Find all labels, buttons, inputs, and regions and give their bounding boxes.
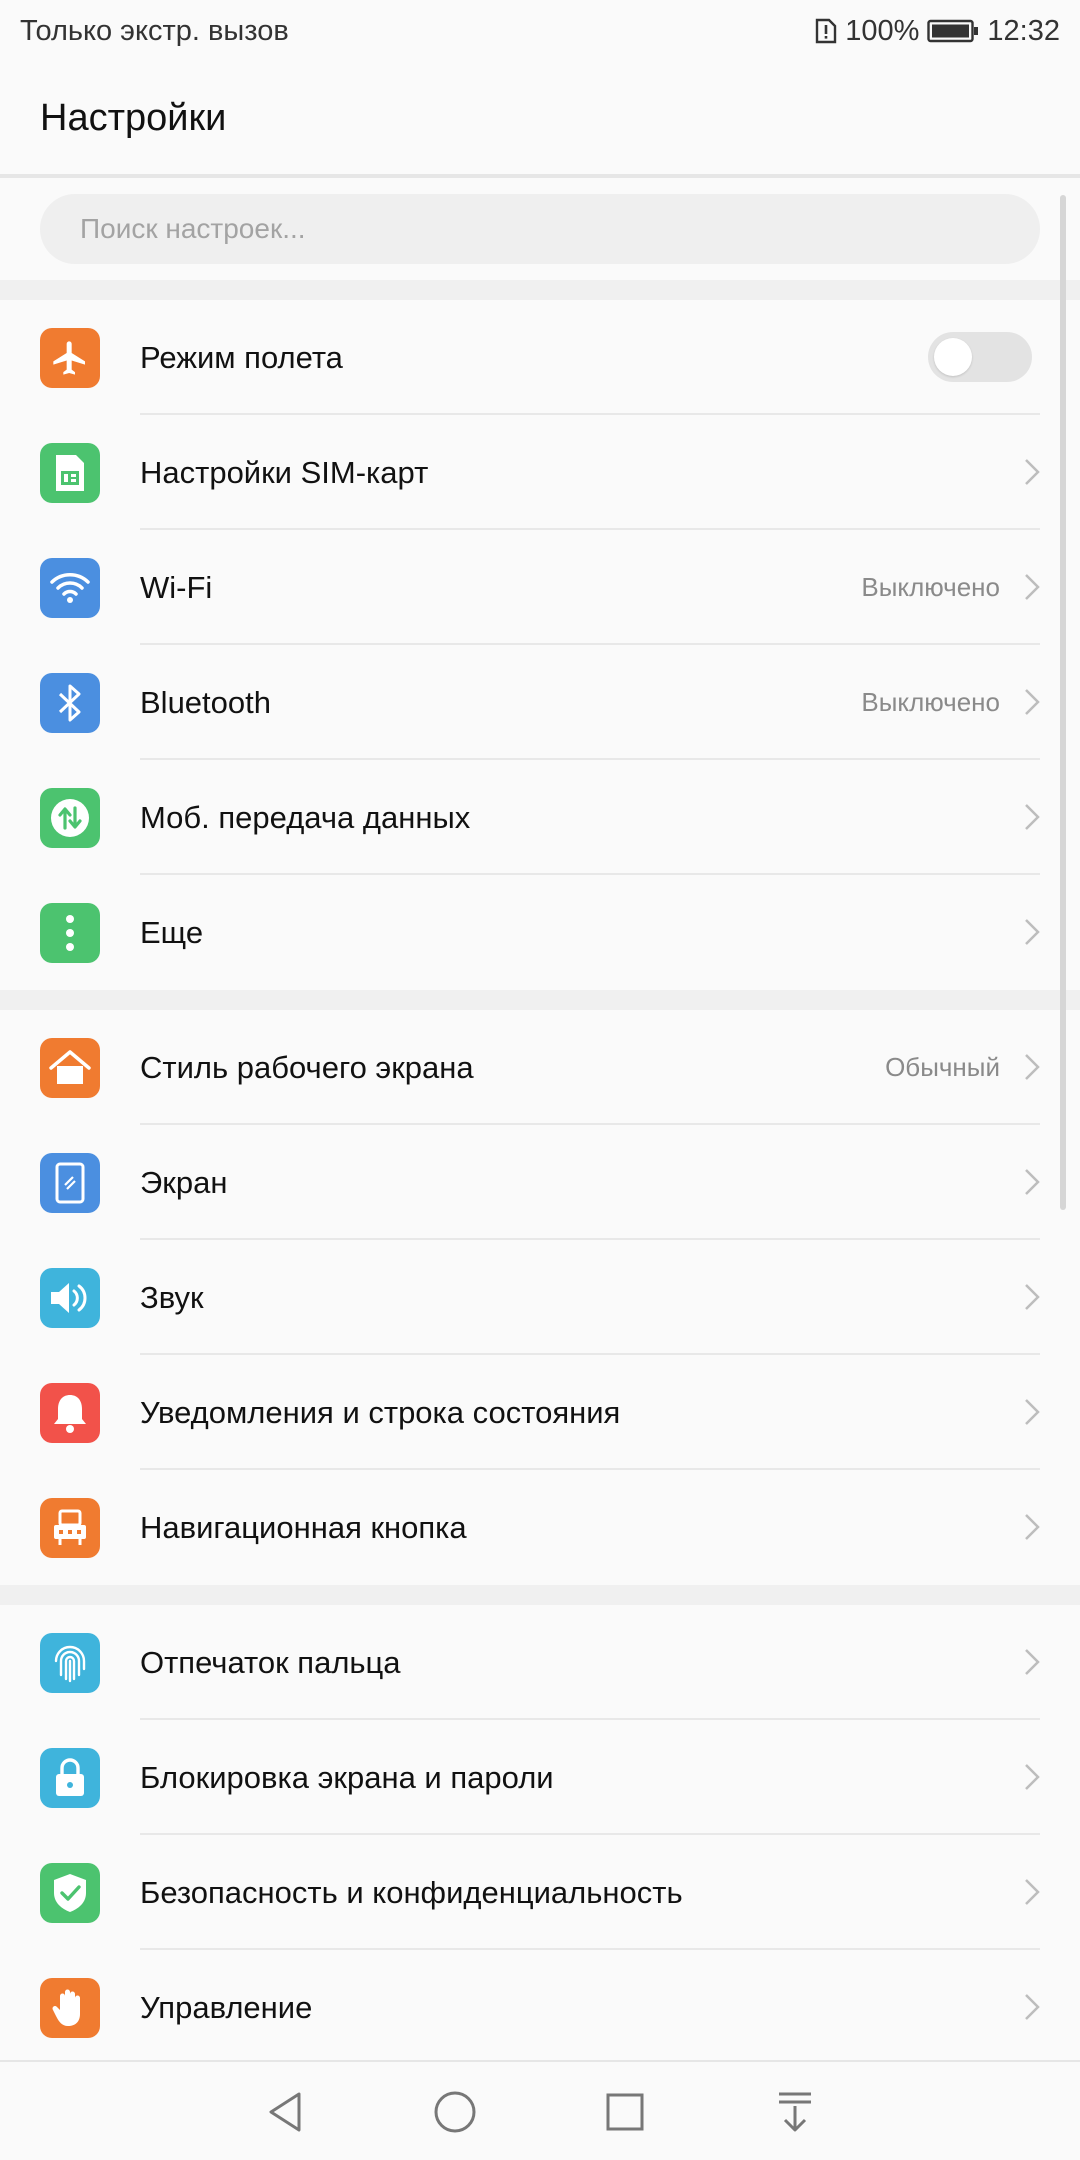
sim-card-icon <box>40 443 100 503</box>
chevron-right-icon <box>1025 689 1040 715</box>
back-icon[interactable] <box>257 2084 313 2140</box>
chevron-right-icon <box>1025 1764 1040 1790</box>
chevron-right-icon <box>1025 1994 1040 2020</box>
chevron-right-icon <box>1025 1054 1040 1080</box>
settings-item-security-privacy[interactable]: Безопасность и конфиденциальность <box>0 1835 1080 1950</box>
settings-item-label: Звук <box>140 1280 204 1315</box>
page-title: Настройки <box>40 96 227 139</box>
section-gap <box>0 990 1080 1010</box>
settings-item-screen-lock[interactable]: Блокировка экрана и пароли <box>0 1720 1080 1835</box>
battery-percent: 100% <box>845 14 920 47</box>
settings-item-value: Обычный <box>885 1052 1000 1082</box>
settings-item-sim[interactable]: Настройки SIM-карт <box>0 415 1080 530</box>
chevron-right-icon <box>1025 1169 1040 1195</box>
settings-item-bluetooth[interactable]: Bluetooth Выключено <box>0 645 1080 760</box>
app-bar: Настройки <box>0 62 1080 174</box>
airplane-mode-toggle[interactable] <box>928 332 1032 382</box>
settings-item-airplane-mode[interactable]: Режим полета <box>0 300 1080 415</box>
settings-item-label: Моб. передача данных <box>140 800 471 835</box>
hand-icon <box>40 1978 100 2038</box>
search-input[interactable] <box>40 194 1040 264</box>
settings-item-label: Навигационная кнопка <box>140 1510 467 1545</box>
settings-item-label: Безопасность и конфиденциальность <box>140 1875 683 1910</box>
settings-item-label: Управление <box>140 1990 313 2025</box>
settings-item-label: Bluetooth <box>140 685 271 720</box>
shield-icon <box>40 1863 100 1923</box>
fingerprint-icon <box>40 1633 100 1693</box>
navigation-key-icon <box>40 1498 100 1558</box>
settings-item-label: Wi-Fi <box>140 570 213 605</box>
chevron-right-icon <box>1025 1649 1040 1675</box>
lock-icon <box>40 1748 100 1808</box>
section-gap <box>0 280 1080 300</box>
bluetooth-icon <box>40 673 100 733</box>
airplane-icon <box>40 328 100 388</box>
settings-item-wifi[interactable]: Wi-Fi Выключено <box>0 530 1080 645</box>
settings-item-label: Еще <box>140 915 204 950</box>
settings-item-label: Уведомления и строка состояния <box>140 1395 621 1430</box>
section-gap <box>0 1585 1080 1605</box>
navigation-bar <box>0 2060 1080 2160</box>
settings-item-smart-assistance[interactable]: Управление <box>0 1950 1080 2065</box>
notification-pull-icon[interactable] <box>767 2084 823 2140</box>
settings-item-sound[interactable]: Звук <box>0 1240 1080 1355</box>
sound-icon <box>40 1268 100 1328</box>
status-bar: Только экстр. вызов 100% 12:32 <box>0 0 1080 62</box>
chevron-right-icon <box>1025 804 1040 830</box>
settings-item-label: Блокировка экрана и пароли <box>140 1760 554 1795</box>
scrollbar[interactable] <box>1060 195 1066 1210</box>
chevron-right-icon <box>1025 1514 1040 1540</box>
sim-alert-icon <box>815 17 837 45</box>
recents-icon[interactable] <box>597 2084 653 2140</box>
mobile-data-icon <box>40 788 100 848</box>
settings-item-display[interactable]: Экран <box>0 1125 1080 1240</box>
more-icon <box>40 903 100 963</box>
settings-item-label: Экран <box>140 1165 228 1200</box>
chevron-right-icon <box>1025 459 1040 485</box>
home-icon <box>40 1038 100 1098</box>
settings-item-fingerprint[interactable]: Отпечаток пальца <box>0 1605 1080 1720</box>
status-icons: 100% 12:32 <box>815 15 1060 48</box>
chevron-right-icon <box>1025 919 1040 945</box>
settings-item-more[interactable]: Еще <box>0 875 1080 990</box>
settings-item-navigation-key[interactable]: Навигационная кнопка <box>0 1470 1080 1585</box>
wifi-icon <box>40 558 100 618</box>
clock: 12:32 <box>987 14 1060 47</box>
carrier-text: Только экстр. вызов <box>20 14 289 47</box>
chevron-right-icon <box>1025 1284 1040 1310</box>
settings-item-notifications[interactable]: Уведомления и строка состояния <box>0 1355 1080 1470</box>
bell-icon <box>40 1383 100 1443</box>
settings-item-label: Режим полета <box>140 340 343 375</box>
home-circle-icon[interactable] <box>427 2084 483 2140</box>
settings-item-value: Выключено <box>861 572 1000 602</box>
settings-item-label: Стиль рабочего экрана <box>140 1050 474 1085</box>
settings-item-home-screen-style[interactable]: Стиль рабочего экрана Обычный <box>0 1010 1080 1125</box>
chevron-right-icon <box>1025 1399 1040 1425</box>
settings-item-mobile-data[interactable]: Моб. передача данных <box>0 760 1080 875</box>
battery-icon <box>927 18 979 44</box>
display-icon <box>40 1153 100 1213</box>
search-bar <box>0 178 1080 280</box>
settings-item-label: Отпечаток пальца <box>140 1645 401 1680</box>
chevron-right-icon <box>1025 574 1040 600</box>
chevron-right-icon <box>1025 1879 1040 1905</box>
settings-item-label: Настройки SIM-карт <box>140 455 429 490</box>
settings-item-value: Выключено <box>861 687 1000 717</box>
toggle-knob <box>934 338 972 376</box>
